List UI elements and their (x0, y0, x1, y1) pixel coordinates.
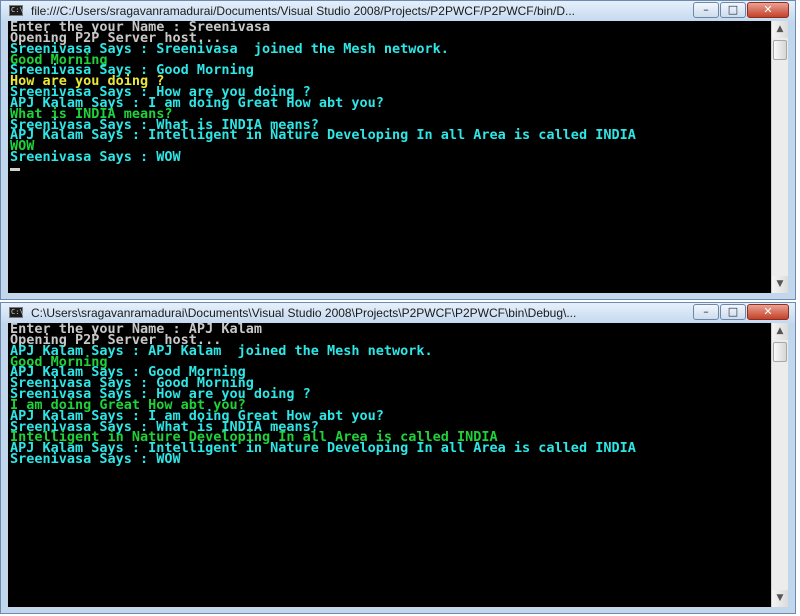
window-title: file:///C:/Users/sragavanramadurai/Docum… (31, 4, 575, 18)
console-output[interactable]: Enter the your Name : Sreenivasa Opening … (8, 21, 771, 293)
console-lines: Enter the your Name : APJ Kalam Opening P… (10, 323, 636, 466)
minimize-button[interactable]: – (693, 304, 719, 320)
console-app-icon[interactable] (9, 5, 24, 16)
scroll-up-button[interactable]: ▲ (772, 21, 788, 38)
scroll-thumb[interactable] (773, 342, 787, 362)
console-line: APJ Kalam Says : Intelligent in Nature D… (10, 127, 636, 144)
close-button[interactable]: ✕ (747, 2, 789, 18)
console-window-apj-kalam: C:\Users\sragavanramadurai\Documents\Vis… (0, 302, 796, 614)
title-bar[interactable]: file:///C:/Users/sragavanramadurai/Docum… (1, 1, 795, 21)
window-controls: – □ ✕ (693, 304, 789, 320)
console-output[interactable]: Enter the your Name : APJ Kalam Opening P… (8, 323, 771, 607)
console-window-sreenivasa: file:///C:/Users/sragavanramadurai/Docum… (0, 0, 796, 300)
vertical-scrollbar[interactable]: ▲ ▼ (771, 323, 788, 607)
window-title: C:\Users\sragavanramadurai\Documents\Vis… (31, 306, 577, 320)
scroll-down-button[interactable]: ▼ (772, 276, 788, 293)
text-cursor (10, 167, 20, 171)
console-app-icon[interactable] (9, 307, 24, 318)
window-controls: – □ ✕ (693, 2, 789, 18)
maximize-button[interactable]: □ (720, 304, 746, 320)
title-bar[interactable]: C:\Users\sragavanramadurai\Documents\Vis… (1, 303, 795, 323)
vertical-scrollbar[interactable]: ▲ ▼ (771, 21, 788, 293)
console-lines: Enter the your Name : Sreenivasa Opening … (10, 21, 636, 171)
scroll-thumb[interactable] (773, 40, 787, 60)
console-line: Sreenivasa Says : WOW (10, 149, 181, 166)
maximize-button[interactable]: □ (720, 2, 746, 18)
minimize-button[interactable]: – (693, 2, 719, 18)
scroll-up-button[interactable]: ▲ (772, 323, 788, 340)
scroll-down-button[interactable]: ▼ (772, 590, 788, 607)
close-button[interactable]: ✕ (747, 304, 789, 320)
